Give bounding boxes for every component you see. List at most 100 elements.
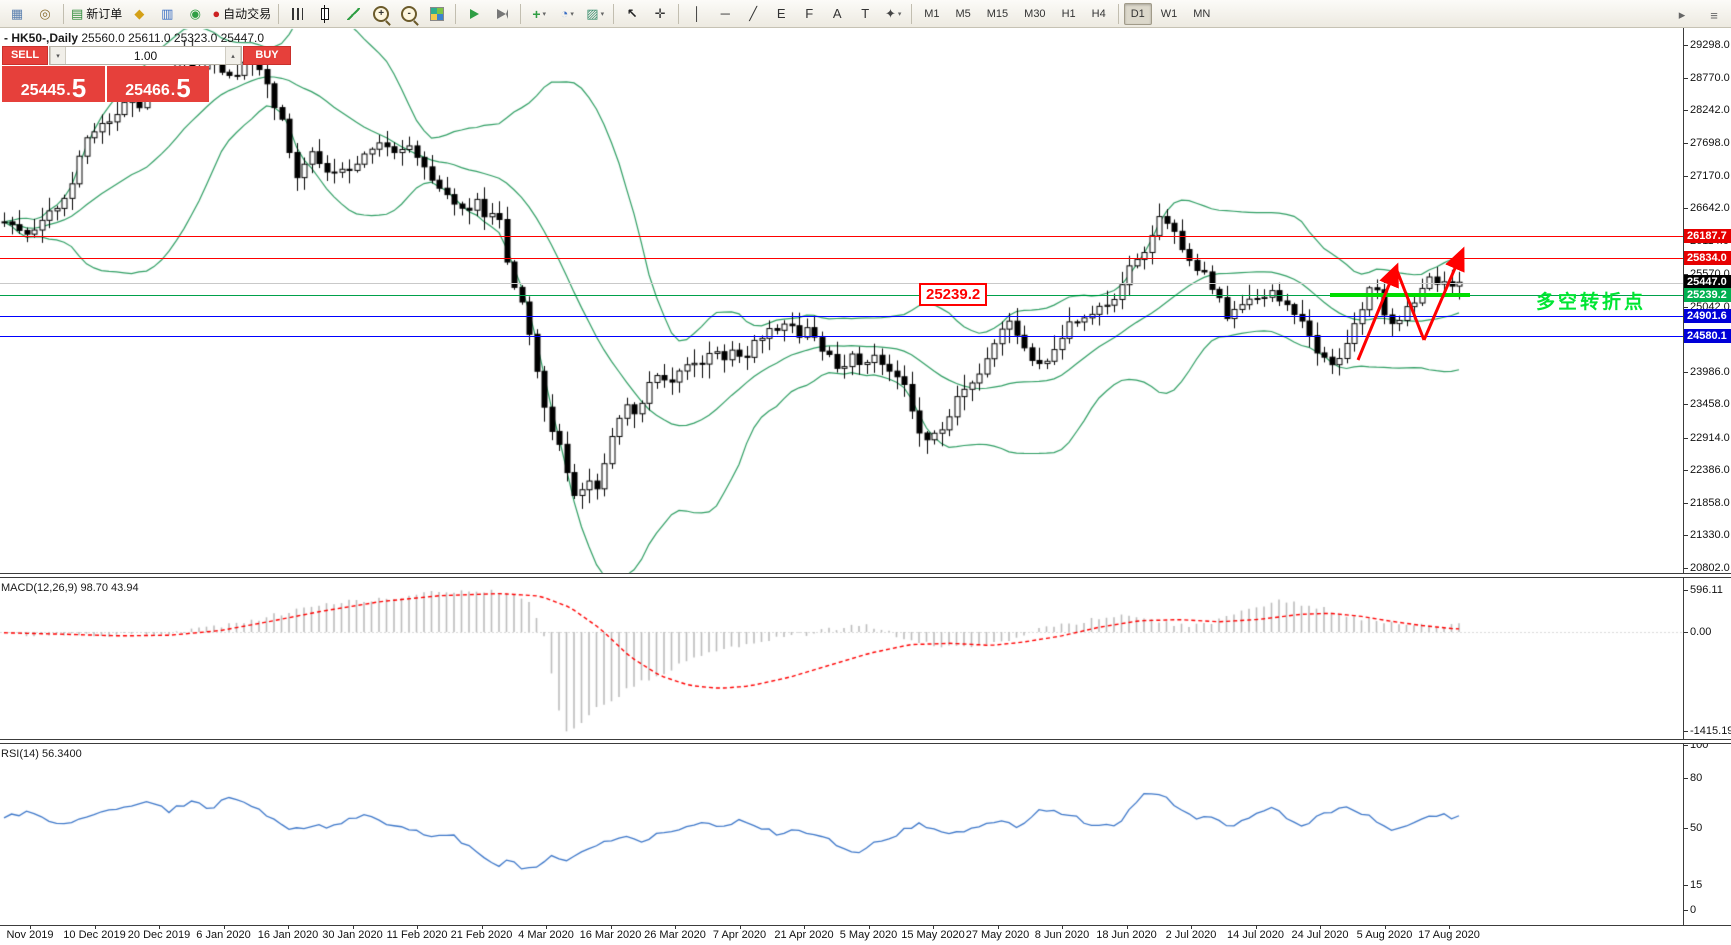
marketwatch-icon[interactable]: ◆ [125,2,153,26]
support-line-1[interactable] [0,316,1683,317]
date-label: 15 May 2020 [901,929,965,941]
buy-price-frac: 5 [176,73,191,103]
volume-decrease-button[interactable]: ▾ [50,47,66,64]
new-order-button-label: 新订单 [86,7,123,21]
price-tag: 26187.7 [1684,229,1731,243]
volume-input[interactable] [66,47,225,64]
chart-shift-icon [496,8,508,19]
price-tick-label: 28242.0 [1690,104,1730,116]
candlestick-icon [321,4,330,23]
timeframe-m15[interactable]: M15 [980,3,1015,25]
label-icon-glyph: T [861,6,870,21]
bid-price-line[interactable] [0,283,1683,284]
chart-shift-icon[interactable] [488,2,516,26]
dropdown-arrow-icon: ▾ [600,10,605,18]
dropdown-arrow-icon: ▾ [570,10,574,18]
toolbar-separator [63,3,64,24]
profile-icon-glyph: ◎ [39,5,51,21]
trendline-icon[interactable]: ╱ [739,2,767,26]
data-window-icon[interactable]: ▥ [153,2,181,26]
templates-button-glyph: ▨ [586,5,599,21]
timeframe-d1[interactable]: D1 [1123,2,1152,25]
menu-more-icon[interactable]: ≡ [1700,3,1728,27]
rsi-tickmark [1684,885,1688,886]
date-label: 16 Mar 2020 [579,929,642,941]
line-chart-icon[interactable] [339,2,367,26]
price-tickmark [1684,45,1688,46]
trade-panel-prices: 25445. 5 25466. 5 [2,66,209,102]
date-axis[interactable]: Nov 2019 10 Dec 2019 20 Dec 2019 6 Jan 2020… [0,925,1731,945]
price-tick-label: 27170.0 [1690,170,1730,182]
macd-tick-label: 0.00 [1690,626,1712,638]
timeframe-m5[interactable]: M5 [948,3,977,25]
price-tick-label: 22386.0 [1690,464,1730,476]
timeframe-mn[interactable]: MN [1186,3,1217,25]
signals-icon-glyph: ◉ [189,5,201,21]
zoom-out-icon: - [401,5,418,22]
date-label: 10 Dec 2019 [63,929,126,941]
main-macd-separator[interactable] [0,573,1731,578]
templates-button[interactable]: ▨ ▾ [581,2,609,26]
resistance-line-2[interactable] [0,258,1683,259]
label-icon[interactable]: T [851,2,879,26]
buy-price[interactable]: 25466. 5 [107,66,209,102]
bar-chart-icon[interactable] [283,2,311,26]
vertical-line-icon[interactable]: │ [683,2,711,26]
price-tick-label: 26642.0 [1690,202,1730,214]
toolbar-separator [455,3,457,24]
auto-scroll-icon[interactable] [460,2,488,26]
macd-rsi-separator[interactable] [0,739,1731,744]
text-icon[interactable]: A [823,2,851,26]
signals-icon[interactable]: ◉ [181,2,209,26]
periods-button-glyph: ◔ [560,6,569,21]
zoom-in-icon[interactable]: + [367,2,395,26]
timeframe-w1[interactable]: W1 [1154,3,1185,25]
zoom-out-icon[interactable]: - [395,2,423,26]
toolbar-separator [278,3,280,24]
cursor-icon[interactable]: ↖ [618,2,646,26]
price-tickmark [1684,143,1688,144]
date-label: 20 Dec 2019 [127,929,191,941]
timeframe-h4[interactable]: H4 [1085,3,1113,25]
periods-button[interactable]: ◔ ▾ [553,2,581,26]
price-axis[interactable]: 29298.0 28770.0 28242.0 27698.0 27170.0 26642… [1683,28,1731,925]
date-label: 21 Apr 2020 [774,929,834,941]
pivot-thick-line[interactable] [1330,293,1470,297]
timeframe-m1[interactable]: M1 [917,3,946,25]
volume-increase-button[interactable]: ▴ [225,47,241,64]
sell-price[interactable]: 25445. 5 [2,66,105,102]
sell-button[interactable]: SELL [2,46,48,65]
candlestick-icon[interactable] [311,2,339,26]
crosshair-icon-glyph: ✛ [654,5,666,21]
chart-window-icon-glyph: ▦ [10,5,24,21]
date-label: 4 Mar 2020 [518,929,574,941]
arrows-tool-icon[interactable]: ✦ ▾ [879,2,907,26]
toolbar-separator [678,3,680,24]
support-line-2[interactable] [0,336,1683,337]
indicators-button[interactable]: + ▾ [525,2,553,26]
timeframe-h1[interactable]: H1 [1055,3,1083,25]
fibonacci-icon[interactable]: F [795,2,823,26]
chart-window-icon[interactable]: ▦ [3,2,31,26]
new-order-button[interactable]: ▤ 新订单 [68,2,125,26]
date-label: 24 Jul 2020 [1291,929,1349,941]
horizontal-line-icon[interactable]: ─ [711,2,739,26]
buy-button[interactable]: BUY [243,46,291,65]
price-tickmark [1684,372,1688,373]
text-icon-glyph: A [832,6,842,21]
chart-canvas[interactable] [0,0,1731,944]
date-label: 27 May 2020 [965,929,1030,941]
resistance-line-1[interactable] [0,236,1683,237]
pivot-annotation-text: 多空转折点 [1536,292,1647,313]
equidistant-channel-icon[interactable]: E [767,2,795,26]
price-tick-label: 21330.0 [1690,529,1730,541]
dock-right-icon[interactable]: ▸ [1668,3,1696,27]
price-level-callout[interactable]: 25239.2 [919,283,988,306]
data-window-icon-glyph: ▥ [161,5,174,21]
profile-icon[interactable]: ◎ [31,2,59,26]
toolbar-separator [911,3,913,24]
timeframe-m30[interactable]: M30 [1017,3,1052,25]
tile-windows-icon[interactable] [423,2,451,26]
crosshair-icon[interactable]: ✛ [646,2,674,26]
autotrading-button[interactable]: ● 自动交易 [209,2,274,26]
